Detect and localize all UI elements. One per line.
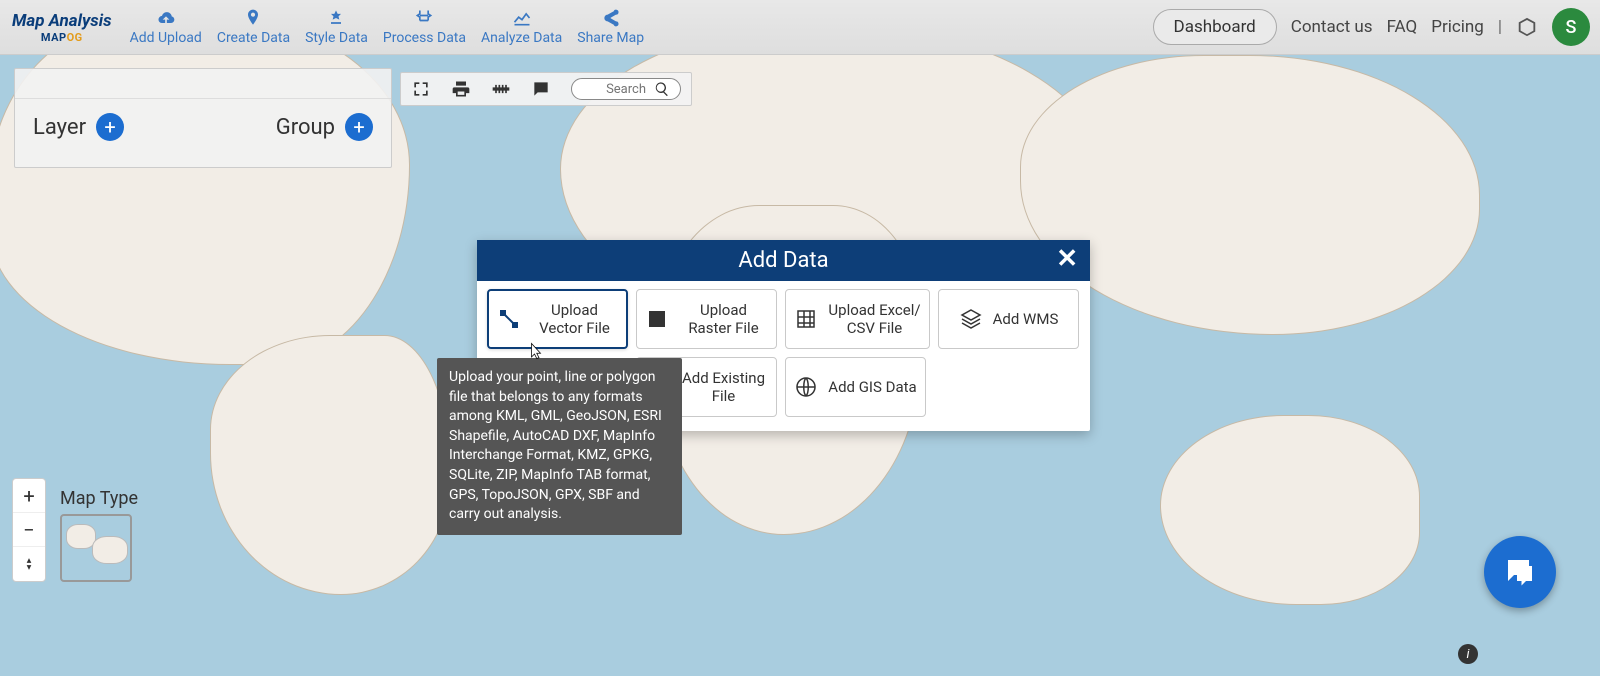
modal-close-button[interactable]: ✕	[1056, 246, 1078, 272]
info-button[interactable]: i	[1458, 644, 1478, 664]
tooltip-upload-vector: Upload your point, line or polygon file …	[437, 358, 682, 535]
chat-icon	[1502, 554, 1538, 590]
measure-icon[interactable]	[491, 79, 511, 99]
nav-process-data[interactable]: Process Data	[383, 8, 466, 46]
modal-header: Add Data ✕	[477, 240, 1090, 281]
chat-button[interactable]	[1484, 536, 1556, 608]
logo-subtitle: MAPOG	[41, 31, 83, 44]
card-label: Upload Raster File	[679, 301, 768, 337]
card-add-gis[interactable]: Add GIS Data	[785, 357, 926, 417]
layers-icon	[959, 307, 983, 331]
analyze-icon	[512, 8, 532, 28]
nav-analyze-data[interactable]: Analyze Data	[481, 8, 562, 46]
card-label: Upload Excel/ CSV File	[828, 301, 921, 337]
search-icon	[654, 81, 670, 97]
group-label: Group	[276, 115, 335, 140]
modal-title: Add Data	[738, 248, 828, 273]
faq-link[interactable]: FAQ	[1387, 17, 1418, 37]
card-label: Add GIS Data	[828, 378, 916, 396]
contact-link[interactable]: Contact us	[1291, 17, 1373, 37]
compass-icon	[22, 557, 36, 571]
card-upload-vector[interactable]: Upload Vector File	[487, 289, 628, 349]
zoom-in-button[interactable]: +	[13, 479, 45, 513]
cloud-upload-icon	[156, 8, 176, 28]
maptype-label: Map Type	[60, 488, 138, 509]
vector-icon	[497, 307, 521, 331]
card-label: Upload Vector File	[531, 301, 618, 337]
nav-label: Share Map	[577, 30, 644, 46]
nav-share-map[interactable]: Share Map	[577, 8, 644, 46]
add-layer-button[interactable]: +	[96, 113, 124, 141]
layer-section: Layer +	[33, 113, 124, 141]
zoom-out-button[interactable]: −	[13, 513, 45, 547]
print-icon[interactable]	[451, 79, 471, 99]
layer-label: Layer	[33, 115, 86, 140]
share-icon	[601, 8, 621, 28]
divider: |	[1498, 17, 1502, 37]
card-label: Add Existing File	[679, 369, 768, 405]
search-box[interactable]	[571, 78, 681, 100]
nav-create-data[interactable]: Create Data	[217, 8, 290, 46]
group-section: Group +	[276, 113, 373, 141]
fullscreen-icon[interactable]	[411, 79, 431, 99]
header-right: Dashboard Contact us FAQ Pricing | S	[1153, 8, 1590, 46]
map-toolbar	[400, 72, 692, 106]
zoom-controls: + −	[12, 478, 46, 582]
nav-add-upload[interactable]: Add Upload	[130, 8, 202, 46]
nav-label: Style Data	[305, 30, 368, 46]
style-icon	[326, 8, 346, 28]
landmass	[210, 335, 450, 595]
card-add-wms[interactable]: Add WMS	[938, 289, 1079, 349]
process-icon	[414, 8, 434, 28]
card-upload-excel[interactable]: Upload Excel/ CSV File	[785, 289, 930, 349]
apps-cube-icon[interactable]	[1516, 16, 1538, 38]
dashboard-button[interactable]: Dashboard	[1153, 9, 1277, 45]
spreadsheet-icon	[794, 307, 818, 331]
globe-icon	[794, 375, 818, 399]
layers-panel: Layer + Group +	[14, 68, 392, 168]
raster-icon	[645, 307, 669, 331]
app-header: Map Analysis MAPOG Add Upload Create Dat…	[0, 0, 1600, 55]
user-avatar[interactable]: S	[1552, 8, 1590, 46]
nav-style-data[interactable]: Style Data	[305, 8, 368, 46]
search-input[interactable]	[586, 82, 646, 97]
compass-button[interactable]	[13, 547, 45, 581]
maptype-selector[interactable]	[60, 514, 132, 582]
landmass	[1160, 415, 1420, 605]
add-group-button[interactable]: +	[345, 113, 373, 141]
pricing-link[interactable]: Pricing	[1431, 17, 1484, 37]
comment-icon[interactable]	[531, 79, 551, 99]
card-upload-raster[interactable]: Upload Raster File	[636, 289, 777, 349]
app-logo[interactable]: Map Analysis MAPOG	[12, 11, 112, 44]
nav-label: Analyze Data	[481, 30, 562, 46]
card-label: Add WMS	[993, 310, 1059, 328]
nav-label: Add Upload	[130, 30, 202, 46]
layers-panel-header	[15, 69, 391, 99]
cursor-pointer-icon	[527, 340, 545, 362]
nav-label: Process Data	[383, 30, 466, 46]
main-nav: Add Upload Create Data Style Data Proces…	[130, 8, 645, 46]
nav-label: Create Data	[217, 30, 290, 46]
logo-title: Map Analysis	[12, 11, 112, 31]
pin-icon	[243, 8, 263, 28]
